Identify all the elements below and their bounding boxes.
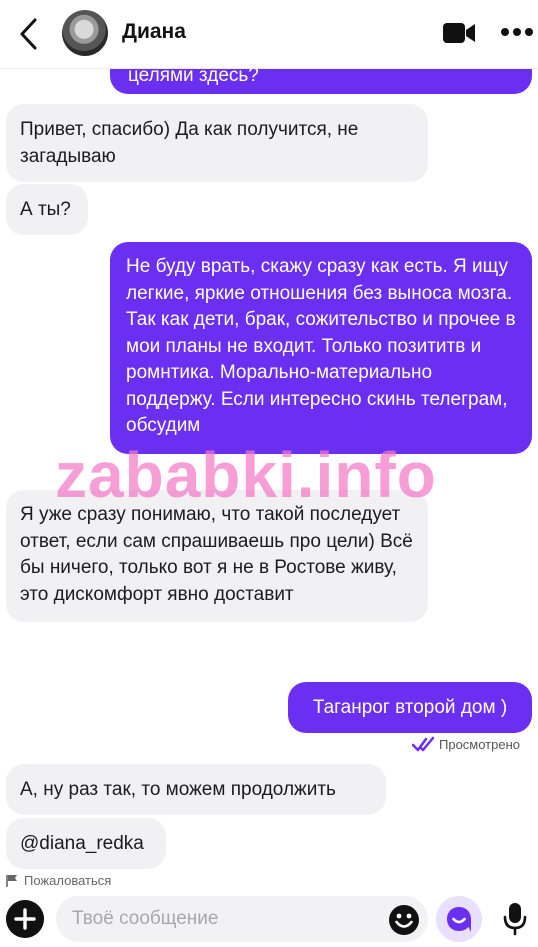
double-check-icon xyxy=(412,736,434,752)
message-incoming: А ты? xyxy=(6,184,88,235)
emoji-icon[interactable] xyxy=(388,904,420,936)
seen-label: Просмотрено xyxy=(439,736,521,752)
assistant-button[interactable] xyxy=(436,896,482,942)
more-horizontal-icon[interactable] xyxy=(500,24,534,40)
avatar[interactable] xyxy=(62,10,108,56)
chat-header: Диана xyxy=(0,0,538,69)
message-incoming: @diana_redka xyxy=(6,818,166,869)
report-link[interactable]: Пожаловаться xyxy=(6,873,111,888)
report-label[interactable]: Пожаловаться xyxy=(24,873,111,888)
chevron-left-icon[interactable] xyxy=(14,16,44,52)
message-incoming: Привет, спасибо) Да как получится, не за… xyxy=(6,104,428,182)
seen-status: Просмотрено xyxy=(412,734,520,754)
message-input[interactable] xyxy=(56,896,428,942)
flag-icon xyxy=(6,874,17,887)
video-camera-icon[interactable] xyxy=(442,20,476,46)
message-incoming: А, ну раз так, то можем продолжить xyxy=(6,764,386,815)
message-outgoing: Не буду врать, скажу сразу как есть. Я и… xyxy=(110,242,532,454)
contact-name[interactable]: Диана xyxy=(122,20,186,44)
plus-circle-icon[interactable] xyxy=(6,900,44,938)
microphone-icon[interactable] xyxy=(502,902,528,936)
message-outgoing: Таганрог второй дом ) xyxy=(288,682,532,733)
assistant-icon xyxy=(447,907,471,932)
composer xyxy=(0,896,538,943)
watermark: zababki.info xyxy=(55,439,437,511)
